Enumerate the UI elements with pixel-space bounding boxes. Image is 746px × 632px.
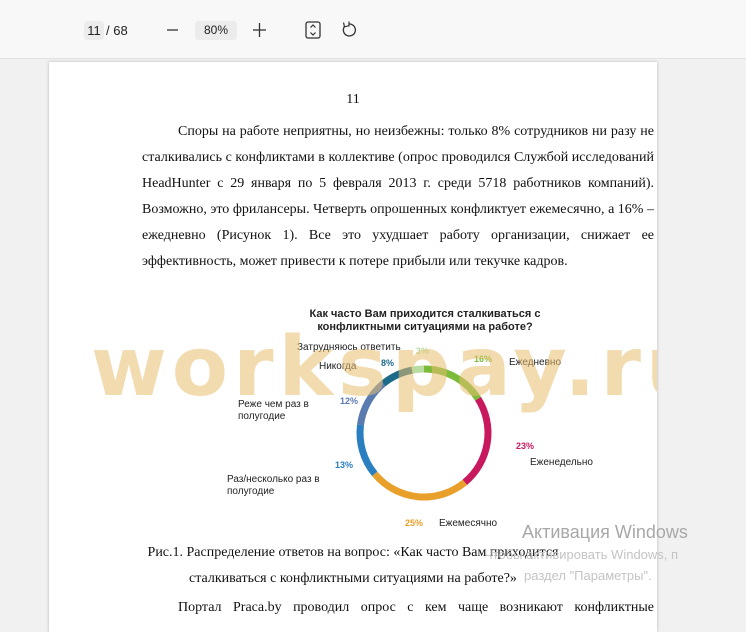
label-rarely: Реже чем раз в полугодие [238, 399, 309, 422]
donut-slice-5 [380, 366, 413, 387]
pct-never: 8% [381, 358, 395, 368]
zoom-in-button[interactable] [247, 18, 271, 42]
fit-page-icon [305, 21, 321, 39]
donut-slice-1 [462, 396, 492, 486]
zoom-out-button[interactable] [160, 18, 184, 42]
fit-page-button[interactable] [301, 18, 325, 42]
activation-line2: раздел "Параметры". [524, 568, 652, 583]
pct-daily: 16% [474, 354, 493, 364]
minus-icon [167, 29, 178, 31]
label-monthly: Ежемесячно [439, 518, 498, 529]
zoom-level[interactable]: 80% [195, 21, 237, 40]
donut-slice-6 [411, 365, 425, 374]
donut-slice-4 [357, 380, 386, 426]
donut-slice-0 [423, 365, 481, 401]
pct-semiannual: 13% [335, 460, 354, 470]
pct-monthly: 25% [405, 518, 424, 528]
pdf-toolbar: 11 / 68 80% [0, 0, 746, 59]
label-daily: Ежедневно [509, 357, 562, 368]
label-semiannual: Раз/несколько раз в полугодие [227, 474, 320, 497]
pct-weekly: 23% [516, 441, 535, 451]
label-weekly: Еженедельно [530, 457, 593, 468]
donut-slice-2 [371, 471, 468, 501]
pct-unsure: 3% [416, 346, 430, 356]
rotate-icon [342, 21, 357, 37]
next-paragraph: Портал Praca.by проводил опрос с кем чащ… [178, 600, 654, 615]
windows-activation-text: Чтобы активировать Windows, п раздел "Па… [484, 544, 678, 586]
pct-rarely: 12% [340, 396, 359, 406]
donut-slice-3 [356, 424, 378, 477]
page-total: / 68 [106, 23, 128, 38]
plus-icon [253, 23, 266, 37]
page-number-input[interactable]: 11 [84, 21, 104, 40]
activation-line1: Чтобы активировать Windows, п [484, 547, 679, 562]
label-never: Никогда [319, 361, 357, 372]
windows-activation-title: Активация Windows [522, 522, 688, 542]
label-unsure: Затрудняюсь ответить [297, 342, 401, 353]
rotate-button[interactable] [337, 18, 361, 42]
